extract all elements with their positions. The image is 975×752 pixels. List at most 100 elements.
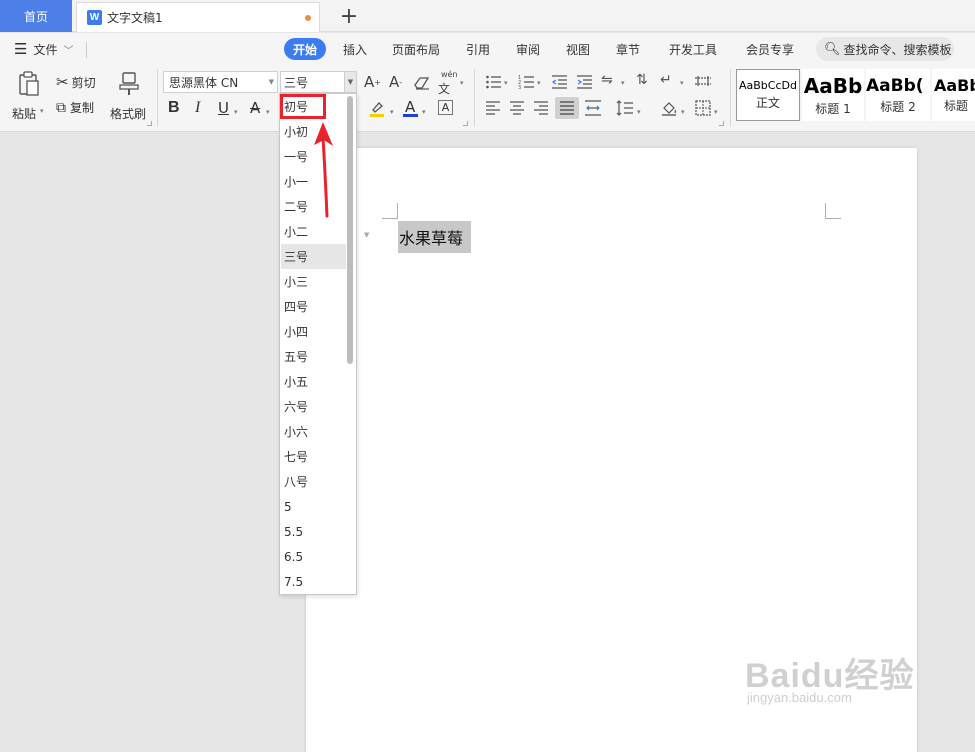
strikethrough-icon[interactable]: A xyxy=(250,99,260,117)
align-left-icon[interactable] xyxy=(485,101,501,115)
tab-home[interactable]: 首页 xyxy=(0,0,72,32)
search-icon: 🔍︎ xyxy=(824,41,841,57)
paragraph-marker-icon: ▼ xyxy=(364,231,370,239)
show-marks-dropdown-icon[interactable]: ▾ xyxy=(680,79,684,87)
font-color-dropdown-icon[interactable]: ▾ xyxy=(422,108,426,116)
numbered-list-icon[interactable]: 123 xyxy=(518,74,535,90)
command-search-input[interactable]: 🔍︎ 查找命令、搜索模板 xyxy=(816,37,954,61)
font-size-option[interactable]: 6.5 xyxy=(281,544,346,569)
tab-view[interactable]: 视图 xyxy=(566,40,590,58)
font-size-option[interactable]: 5 xyxy=(281,494,346,519)
cut-button[interactable]: ✂ 剪切 xyxy=(56,73,96,91)
tab-document[interactable]: W 文字文稿1 xyxy=(76,2,320,32)
tab-member[interactable]: 会员专享 xyxy=(746,40,794,58)
tab-chapter[interactable]: 章节 xyxy=(616,40,640,58)
font-size-option[interactable]: 小四 xyxy=(281,319,346,344)
font-size-value: 三号 xyxy=(284,75,309,90)
format-painter-button[interactable]: 格式刷 xyxy=(110,69,150,121)
style-heading-2[interactable]: AaBb( 标题 2 xyxy=(866,69,930,121)
shading-icon[interactable] xyxy=(660,100,678,117)
clear-format-icon[interactable] xyxy=(414,75,431,91)
bullet-dropdown-icon[interactable]: ▾ xyxy=(504,79,508,87)
font-size-select[interactable]: 三号 ▼ xyxy=(280,71,357,93)
style-heading-1[interactable]: AaBb 标题 1 xyxy=(802,69,864,121)
tab-insert[interactable]: 插入 xyxy=(343,40,367,58)
document-tab-title: 文字文稿1 xyxy=(107,11,163,25)
grow-font-icon[interactable]: A + xyxy=(364,73,381,91)
copy-icon: ⧉ xyxy=(56,99,66,116)
tab-page-layout[interactable]: 页面布局 xyxy=(392,40,440,58)
align-right-icon[interactable] xyxy=(533,101,549,115)
numbered-dropdown-icon[interactable]: ▾ xyxy=(537,79,541,87)
shading-dropdown-icon[interactable]: ▾ xyxy=(681,108,685,116)
sort-icon[interactable]: ⇅ xyxy=(636,72,648,88)
phonetic-dropdown-icon[interactable]: ▾ xyxy=(460,79,464,87)
font-size-dropdown-icon[interactable]: ▼ xyxy=(344,72,356,92)
font-size-option[interactable]: 5.5 xyxy=(281,519,346,544)
font-size-option[interactable]: 四号 xyxy=(281,294,346,319)
chevron-down-icon: ﹀ xyxy=(63,45,74,57)
line-spacing-dropdown-icon[interactable]: ▾ xyxy=(637,108,641,116)
tab-start[interactable]: 开始 xyxy=(284,38,326,60)
font-size-option[interactable]: 小六 xyxy=(281,419,346,444)
hamburger-icon: ☰ xyxy=(14,40,28,58)
underline-icon[interactable]: U xyxy=(218,99,229,117)
bullet-list-icon[interactable] xyxy=(485,74,502,90)
font-size-option[interactable]: 小五 xyxy=(281,369,346,394)
shrink-font-icon[interactable]: A- xyxy=(389,73,402,91)
phonetic-guide-icon[interactable]: wén 文 xyxy=(438,70,458,97)
font-size-option[interactable]: 小二 xyxy=(281,219,346,244)
style-normal-sample: AaBbCcDd xyxy=(739,79,797,92)
italic-icon[interactable]: I xyxy=(195,99,200,117)
font-size-option[interactable]: 六号 xyxy=(281,394,346,419)
strikethrough-dropdown-icon[interactable]: ▾ xyxy=(266,108,270,116)
style-heading-1-sample: AaBb xyxy=(803,73,863,98)
font-size-option[interactable]: 7.5 xyxy=(281,569,346,594)
font-name-select[interactable]: 思源黑体 CN ▼ xyxy=(163,71,278,93)
distributed-align-icon[interactable] xyxy=(584,100,602,116)
new-tab-button[interactable]: + xyxy=(338,4,360,29)
style-normal-label: 正文 xyxy=(755,96,780,110)
font-group-expander[interactable] xyxy=(463,121,468,126)
bold-icon[interactable]: B xyxy=(168,99,180,117)
highlight-pen-icon[interactable] xyxy=(368,100,386,118)
font-color-icon[interactable]: A xyxy=(403,98,419,118)
align-center-icon[interactable] xyxy=(509,101,525,115)
selected-text[interactable]: 水果草莓 xyxy=(398,221,472,253)
ribbon-group-divider xyxy=(157,69,158,127)
tab-developer[interactable]: 开发工具 xyxy=(669,40,717,58)
style-title[interactable]: AaBb 标题 xyxy=(932,69,975,121)
font-size-option[interactable]: 八号 xyxy=(281,469,346,494)
cut-label: 剪切 xyxy=(71,75,96,90)
borders-icon[interactable] xyxy=(695,100,711,116)
chinese-layout-dropdown-icon[interactable]: ▾ xyxy=(621,79,625,87)
clipboard-group-expander[interactable] xyxy=(147,121,152,126)
format-painter-icon xyxy=(119,72,139,95)
font-size-option-selected[interactable]: 三号 xyxy=(281,244,346,269)
font-size-option[interactable]: 小三 xyxy=(281,269,346,294)
decrease-indent-icon[interactable] xyxy=(551,74,568,90)
highlight-dropdown-icon[interactable]: ▾ xyxy=(390,108,394,116)
show-marks-icon[interactable]: ↵ xyxy=(660,72,672,88)
search-placeholder: 查找命令、搜索模板 xyxy=(843,42,952,57)
borders-dropdown-icon[interactable]: ▾ xyxy=(714,108,718,116)
font-size-option[interactable]: 五号 xyxy=(281,344,346,369)
paste-label: 粘贴 xyxy=(12,107,37,121)
chinese-layout-icon[interactable]: ⇋ xyxy=(601,72,613,88)
line-spacing-icon[interactable] xyxy=(616,100,634,116)
paragraph-group-expander[interactable] xyxy=(719,121,724,126)
font-size-option[interactable]: 七号 xyxy=(281,444,346,469)
align-justify-icon xyxy=(560,101,574,115)
underline-dropdown-icon[interactable]: ▾ xyxy=(234,108,238,116)
copy-button[interactable]: ⧉ 复制 xyxy=(56,99,94,116)
char-border-icon[interactable]: A xyxy=(438,100,453,115)
increase-indent-icon[interactable] xyxy=(576,74,593,90)
tab-stop-icon[interactable] xyxy=(694,74,712,88)
justify-button[interactable] xyxy=(555,97,579,119)
paste-button[interactable]: 粘贴 ▾ xyxy=(10,69,48,121)
style-normal[interactable]: AaBbCcDd 正文 xyxy=(736,69,800,121)
file-menu-button[interactable]: ☰ 文件 ﹀ xyxy=(14,40,73,58)
unsaved-dot-icon xyxy=(305,15,311,21)
tab-review[interactable]: 审阅 xyxy=(516,40,540,58)
tab-references[interactable]: 引用 xyxy=(466,40,490,58)
